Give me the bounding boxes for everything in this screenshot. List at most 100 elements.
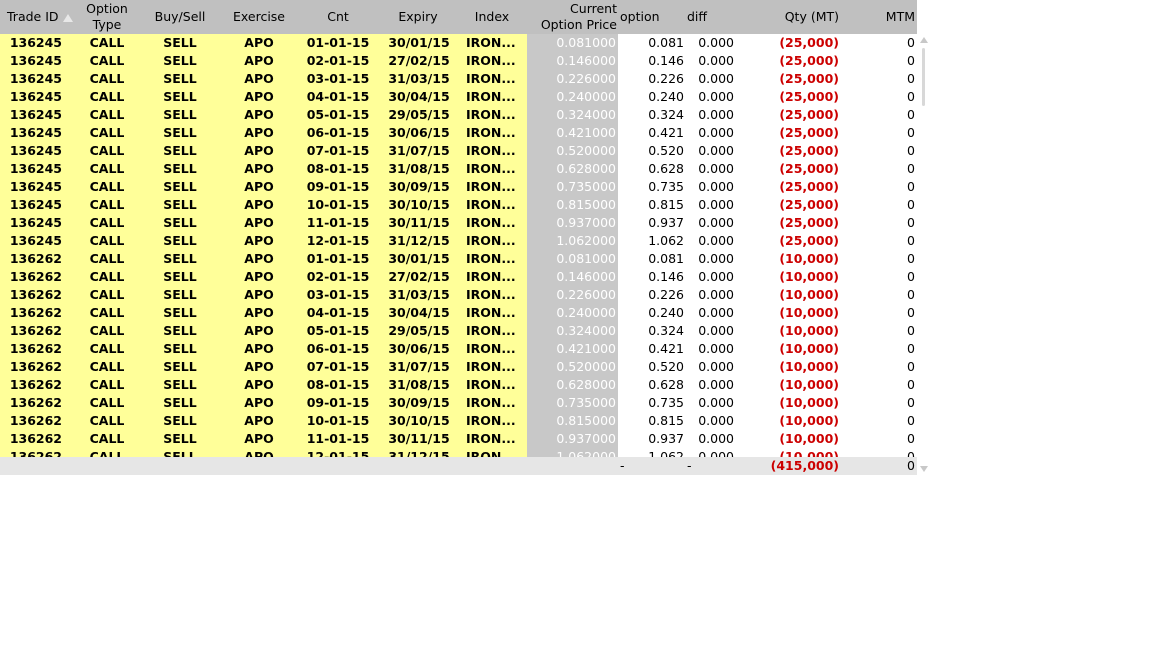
header-cnt[interactable]: Cnt [310, 0, 366, 34]
cell-qty: (10,000) [779, 341, 839, 356]
cell-index: IRON... [466, 215, 516, 230]
cell-mtm: 0 [907, 323, 915, 338]
header-diff[interactable]: diff [687, 0, 727, 34]
vertical-scrollbar[interactable] [917, 34, 931, 475]
header-exercise[interactable]: Exercise [224, 0, 294, 34]
cell-cnt: 11-01-15 [306, 431, 370, 446]
cell-expiry: 29/05/15 [388, 323, 450, 338]
cell-index: IRON... [466, 107, 516, 122]
table-row[interactable]: 136245 CALL SELL APO 02-01-15 27/02/15 IRON...… [0, 52, 917, 70]
sort-ascending-icon [62, 14, 73, 22]
cell-cnt: 06-01-15 [306, 125, 370, 140]
cell-option: 0.146 [648, 269, 684, 284]
cell-trade-id: 136245 [9, 215, 62, 230]
cell-trade-id: 136262 [9, 431, 62, 446]
cell-diff: 0.000 [698, 215, 734, 230]
cell-mtm: 0 [907, 143, 915, 158]
cell-mtm: 0 [907, 197, 915, 212]
cell-expiry: 31/12/15 [388, 233, 450, 248]
cell-option-type: CALL [89, 449, 125, 457]
cell-exercise: APO [244, 413, 274, 428]
cell-option-type: CALL [89, 161, 125, 176]
cell-buy-sell: SELL [163, 449, 197, 457]
cell-buy-sell: SELL [163, 431, 197, 446]
cell-option-type: CALL [89, 179, 125, 194]
table-row[interactable]: 136262 CALL SELL APO 12-01-15 31/12/15 IRON...… [0, 448, 917, 457]
table-row[interactable]: 136262 CALL SELL APO 02-01-15 27/02/15 IRON...… [0, 268, 917, 286]
cell-index: IRON... [466, 323, 516, 338]
cell-trade-id: 136262 [9, 377, 62, 392]
header-option[interactable]: option [620, 0, 670, 34]
table-row[interactable]: 136245 CALL SELL APO 07-01-15 31/07/15 IRON...… [0, 142, 917, 160]
cell-exercise: APO [244, 215, 274, 230]
header-qty[interactable]: Qty (MT) [740, 0, 839, 34]
cell-cnt: 02-01-15 [306, 53, 370, 68]
header-trade-id[interactable]: Trade ID [7, 0, 82, 34]
header-buy-sell[interactable]: Buy/Sell [148, 0, 212, 34]
table-row[interactable]: 136245 CALL SELL APO 10-01-15 30/10/15 IRON...… [0, 196, 917, 214]
cell-exercise: APO [244, 71, 274, 86]
cell-buy-sell: SELL [163, 89, 197, 104]
table-row[interactable]: 136262 CALL SELL APO 05-01-15 29/05/15 IRON...… [0, 322, 917, 340]
header-mtm[interactable]: MTM [845, 0, 915, 34]
cell-index: IRON... [466, 89, 516, 104]
cell-index: IRON... [466, 197, 516, 212]
cell-diff: 0.000 [698, 269, 734, 284]
table-row[interactable]: 136262 CALL SELL APO 07-01-15 31/07/15 IRON...… [0, 358, 917, 376]
cell-cnt: 04-01-15 [306, 89, 370, 104]
cell-current: 0.324000 [556, 323, 616, 338]
table-row[interactable]: 136262 CALL SELL APO 01-01-15 30/01/15 IRON...… [0, 250, 917, 268]
scroll-up-arrow-icon[interactable] [920, 37, 928, 43]
cell-trade-id: 136262 [9, 359, 62, 374]
table-row[interactable]: 136245 CALL SELL APO 05-01-15 29/05/15 IRON...… [0, 106, 917, 124]
header-index[interactable]: Index [464, 0, 520, 34]
header-index-label: Index [474, 9, 510, 24]
grid-body[interactable]: 136245 CALL SELL APO 01-01-15 30/01/15 IRON...… [0, 34, 917, 457]
cell-current: 0.421000 [556, 125, 616, 140]
cell-diff: 0.000 [698, 179, 734, 194]
cell-option: 0.520 [648, 359, 684, 374]
cell-expiry: 30/06/15 [388, 341, 450, 356]
table-row[interactable]: 136262 CALL SELL APO 04-01-15 30/04/15 IRON...… [0, 304, 917, 322]
table-row[interactable]: 136262 CALL SELL APO 06-01-15 30/06/15 IRON...… [0, 340, 917, 358]
cell-diff: 0.000 [698, 359, 734, 374]
cell-expiry: 31/03/15 [388, 71, 450, 86]
table-row[interactable]: 136245 CALL SELL APO 01-01-15 30/01/15 IRON...… [0, 34, 917, 52]
cell-exercise: APO [244, 197, 274, 212]
cell-diff: 0.000 [698, 341, 734, 356]
cell-expiry: 30/09/15 [388, 395, 450, 410]
cell-current: 0.081000 [556, 35, 616, 50]
table-row[interactable]: 136245 CALL SELL APO 08-01-15 31/08/15 IRON...… [0, 160, 917, 178]
header-cnt-label: Cnt [327, 9, 349, 24]
cell-cnt: 08-01-15 [306, 377, 370, 392]
cell-expiry: 30/10/15 [388, 197, 450, 212]
cell-exercise: APO [244, 107, 274, 122]
table-row[interactable]: 136262 CALL SELL APO 08-01-15 31/08/15 IRON...… [0, 376, 917, 394]
cell-qty: (10,000) [779, 359, 839, 374]
cell-buy-sell: SELL [163, 305, 197, 320]
header-option-type[interactable]: Option Type [82, 0, 132, 34]
table-row[interactable]: 136245 CALL SELL APO 09-01-15 30/09/15 IRON...… [0, 178, 917, 196]
table-row[interactable]: 136245 CALL SELL APO 06-01-15 30/06/15 IRON...… [0, 124, 917, 142]
table-row[interactable]: 136245 CALL SELL APO 03-01-15 31/03/15 IRON...… [0, 70, 917, 88]
scrollbar-thumb[interactable] [922, 48, 925, 106]
cell-index: IRON... [466, 233, 516, 248]
cell-qty: (10,000) [779, 377, 839, 392]
table-row[interactable]: 136262 CALL SELL APO 03-01-15 31/03/15 IRON...… [0, 286, 917, 304]
header-current-option-price[interactable]: Current Option Price [527, 0, 617, 34]
table-row[interactable]: 136262 CALL SELL APO 10-01-15 30/10/15 IRON...… [0, 412, 917, 430]
header-expiry[interactable]: Expiry [386, 0, 450, 34]
cell-mtm: 0 [907, 35, 915, 50]
cell-exercise: APO [244, 395, 274, 410]
table-row[interactable]: 136245 CALL SELL APO 04-01-15 30/04/15 IRON...… [0, 88, 917, 106]
scroll-down-arrow-icon[interactable] [920, 466, 928, 472]
cell-option-type: CALL [89, 89, 125, 104]
table-row[interactable]: 136262 CALL SELL APO 09-01-15 30/09/15 IRON...… [0, 394, 917, 412]
cell-cnt: 12-01-15 [306, 233, 370, 248]
table-row[interactable]: 136245 CALL SELL APO 11-01-15 30/11/15 IRON...… [0, 214, 917, 232]
table-row[interactable]: 136245 CALL SELL APO 12-01-15 31/12/15 IRON...… [0, 232, 917, 250]
cell-buy-sell: SELL [163, 359, 197, 374]
table-row[interactable]: 136262 CALL SELL APO 11-01-15 30/11/15 IRON...… [0, 430, 917, 448]
cell-trade-id: 136262 [9, 305, 62, 320]
cell-exercise: APO [244, 143, 274, 158]
